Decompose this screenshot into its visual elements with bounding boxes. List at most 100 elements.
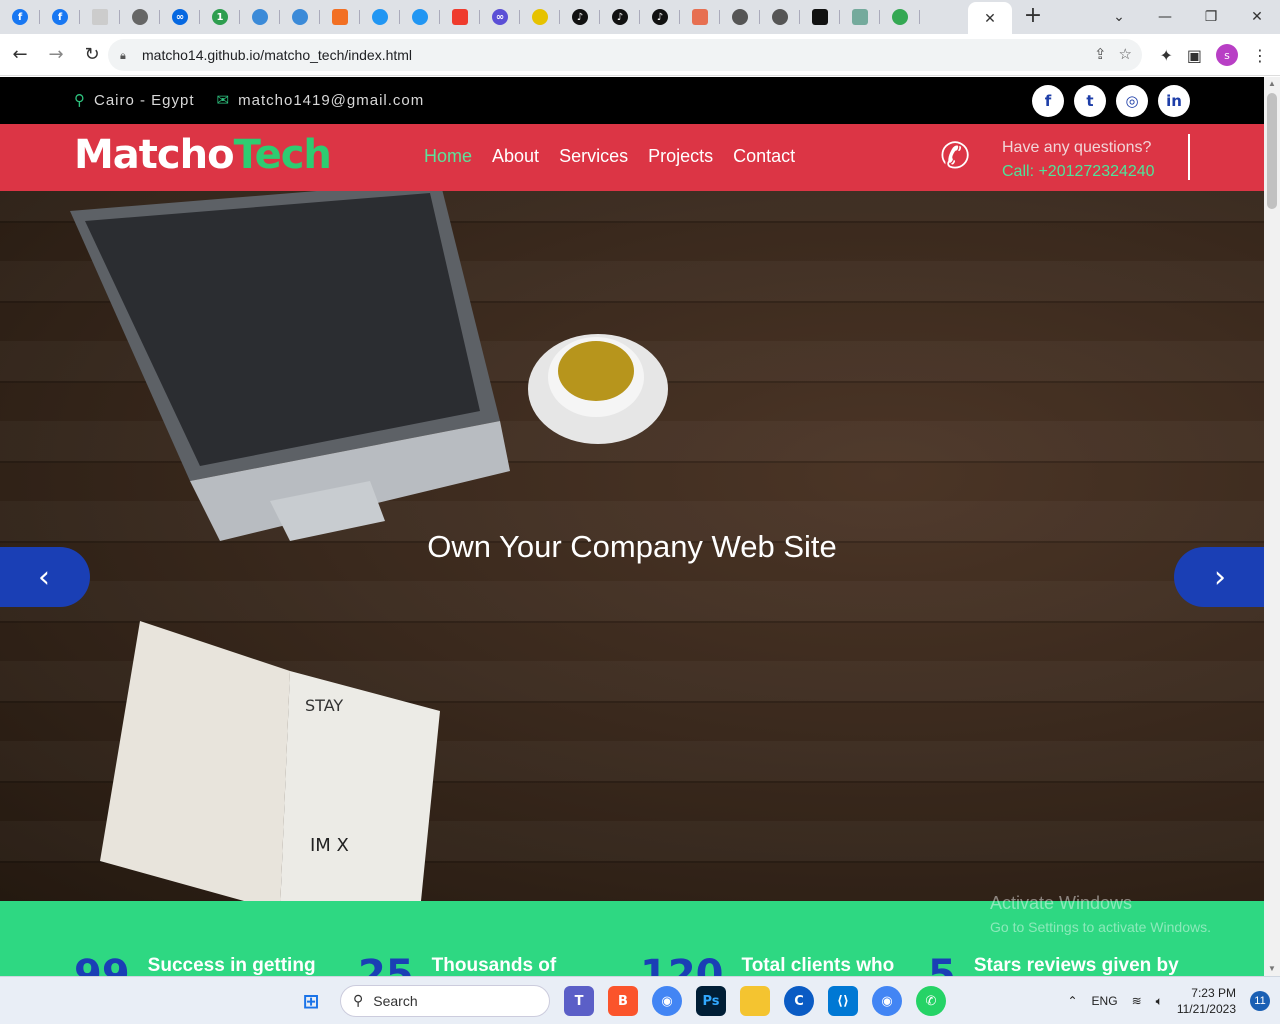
share-icon[interactable]: ⇪ <box>1094 45 1107 63</box>
tiktok-icon: ♪ <box>612 9 628 25</box>
whatsapp-icon[interactable]: ✆ <box>916 986 946 1016</box>
back-icon[interactable]: ← <box>4 39 36 71</box>
email-info[interactable]: ✉ matcho1419@gmail.com <box>217 91 425 109</box>
chatgpt-icon <box>852 9 868 25</box>
stat-number: 25 <box>358 952 414 976</box>
language-indicator[interactable]: ENG <box>1092 994 1118 1008</box>
sidepanel-icon[interactable]: ▣ <box>1187 46 1202 65</box>
stat-number: 120 <box>640 952 724 976</box>
extensions-icon[interactable]: ✦ <box>1159 46 1172 65</box>
cart-icon <box>292 9 308 25</box>
slider-prev-button[interactable]: ‹ <box>0 547 90 607</box>
linkedin-icon[interactable]: in <box>1158 85 1190 117</box>
file-explorer-icon[interactable] <box>740 986 770 1016</box>
maps-icon <box>892 9 908 25</box>
nav-menu: Home About Services Projects Contact <box>424 146 795 167</box>
tab-circle[interactable] <box>360 0 400 34</box>
bookmark-star-icon[interactable]: ☆ <box>1119 45 1132 63</box>
stat-text: Success in getting <box>147 955 316 976</box>
clock-date: 11/21/2023 <box>1176 1002 1236 1016</box>
tab-meta[interactable]: ∞ <box>160 0 200 34</box>
tab-green[interactable]: 1 <box>200 0 240 34</box>
tab-search-button[interactable]: ⌄ <box>1096 0 1142 34</box>
site-logo[interactable]: MatchoTech <box>74 132 332 178</box>
profile-avatar[interactable]: s <box>1216 44 1238 66</box>
email-text: matcho1419@gmail.com <box>238 92 425 109</box>
tab-globe-2[interactable] <box>760 0 800 34</box>
tab-active[interactable]: ✕ <box>968 2 1012 34</box>
laravel-icon <box>452 9 468 25</box>
chrome-icon[interactable]: ◉ <box>652 986 682 1016</box>
facebook-icon[interactable]: f <box>1032 85 1064 117</box>
forward-icon[interactable]: → <box>40 39 72 71</box>
tab-tiktok[interactable]: ♪ <box>560 0 600 34</box>
app-c-icon[interactable]: C <box>784 986 814 1016</box>
new-tab-button[interactable]: + <box>1022 5 1044 28</box>
scroll-down-icon[interactable]: ▼ <box>1264 962 1280 976</box>
tab-openai[interactable] <box>800 0 840 34</box>
tab-yellow[interactable] <box>520 0 560 34</box>
logo-part-2: Tech <box>233 132 332 178</box>
stat-item: 120 Total clients who <box>640 955 894 976</box>
tab-code[interactable] <box>680 0 720 34</box>
tab-chatgpt[interactable] <box>840 0 880 34</box>
tab-tiktok-3[interactable]: ♪ <box>640 0 680 34</box>
close-icon[interactable]: ✕ <box>984 10 996 27</box>
tab-facebook-2[interactable]: f <box>40 0 80 34</box>
menu-icon[interactable]: ⋮ <box>1252 46 1268 65</box>
taskbar-search[interactable]: ⚲ Search <box>340 985 550 1017</box>
nav-home[interactable]: Home <box>424 146 472 167</box>
wifi-icon[interactable]: ≋ <box>1132 994 1142 1008</box>
chevron-up-icon[interactable]: ⌃ <box>1067 994 1077 1008</box>
stat-item: 5 Stars reviews given by <box>928 955 1179 976</box>
tab-laravel[interactable] <box>440 0 480 34</box>
page-viewport: ⚲ Cairo - Egypt ✉ matcho1419@gmail.com f t… <box>0 77 1264 976</box>
cart-icon <box>252 9 268 25</box>
tiktok-icon: ♪ <box>652 9 668 25</box>
clock[interactable]: 7:23 PM 11/21/2023 <box>1177 985 1236 1017</box>
nav-about[interactable]: About <box>492 146 539 167</box>
minimize-button[interactable]: — <box>1142 0 1188 34</box>
tab-facebook[interactable]: f <box>0 0 40 34</box>
tab-doc[interactable] <box>80 0 120 34</box>
scrollbar-thumb[interactable] <box>1267 93 1277 209</box>
chrome-icon[interactable]: ◉ <box>872 986 902 1016</box>
hero-title: Own Your Company Web Site <box>427 529 837 564</box>
call-number[interactable]: Call: +201272324240 <box>1002 160 1155 184</box>
photoshop-icon[interactable]: Ps <box>696 986 726 1016</box>
tab-shop[interactable] <box>240 0 280 34</box>
stat-item: 99 Success in getting <box>74 955 316 976</box>
slider-next-button[interactable]: › <box>1174 547 1264 607</box>
nav-services[interactable]: Services <box>559 146 628 167</box>
laptop-image <box>70 191 510 541</box>
brave-icon[interactable]: B <box>608 986 638 1016</box>
tab-infinity[interactable]: ∞ <box>480 0 520 34</box>
facebook-icon: f <box>12 9 28 25</box>
maximize-button[interactable]: ❐ <box>1188 0 1234 34</box>
tab-circle-2[interactable] <box>400 0 440 34</box>
tab-web[interactable] <box>120 0 160 34</box>
vscode-icon[interactable]: ⟨⟩ <box>828 986 858 1016</box>
page-scrollbar[interactable]: ▲ ▼ <box>1264 77 1280 976</box>
nav-contact[interactable]: Contact <box>733 146 795 167</box>
stats-section: Activate Windows Go to Settings to activ… <box>0 893 1264 976</box>
teams-icon[interactable]: T <box>564 986 594 1016</box>
tab-shop-2[interactable] <box>280 0 320 34</box>
system-tray: ⌃ ENG ≋ 🔈︎ 7:23 PM 11/21/2023 11 <box>1067 985 1270 1017</box>
notification-badge[interactable]: 11 <box>1250 991 1270 1011</box>
address-bar[interactable]: 🔒︎ matcho14.github.io/matcho_tech/index.… <box>108 39 1142 71</box>
scroll-up-icon[interactable]: ▲ <box>1264 77 1280 91</box>
tab-tiktok-2[interactable]: ♪ <box>600 0 640 34</box>
reload-icon[interactable]: ↻ <box>76 39 108 71</box>
windows-start-icon[interactable]: ⊞ <box>296 986 326 1016</box>
tab-maps[interactable] <box>880 0 920 34</box>
stat-text: Stars reviews given by <box>973 955 1179 976</box>
volume-icon[interactable]: 🔈︎ <box>1156 994 1163 1009</box>
twitter-icon[interactable]: t <box>1074 85 1106 117</box>
instagram-icon[interactable]: ◎ <box>1116 85 1148 117</box>
close-window-button[interactable]: ✕ <box>1234 0 1280 34</box>
tab-soundcloud[interactable] <box>320 0 360 34</box>
nav-projects[interactable]: Projects <box>648 146 713 167</box>
circle-icon <box>412 9 428 25</box>
tab-globe[interactable] <box>720 0 760 34</box>
